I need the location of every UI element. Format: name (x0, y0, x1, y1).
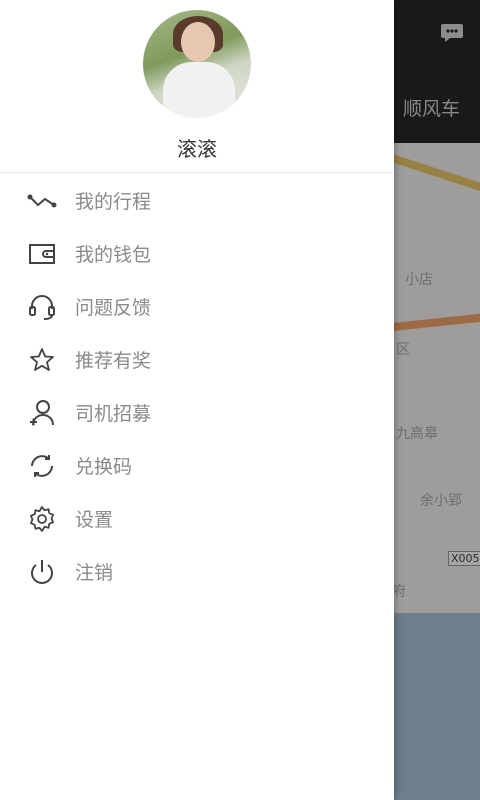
menu-item-label: 问题反馈 (75, 297, 152, 319)
menu-item-wallet[interactable]: 我的钱包 (0, 227, 394, 280)
settings-gear-icon (27, 504, 57, 534)
trip-icon (27, 186, 57, 216)
star-icon (27, 345, 57, 375)
menu-item-label: 我的行程 (75, 191, 152, 213)
menu-item-referral[interactable]: 推荐有奖 (0, 333, 394, 386)
menu-item-label: 兑换码 (75, 456, 133, 478)
divider (0, 172, 394, 173)
exchange-icon (27, 451, 57, 481)
headset-icon (27, 292, 57, 322)
menu-item-label: 推荐有奖 (75, 350, 152, 372)
menu-item-feedback[interactable]: 问题反馈 (0, 280, 394, 333)
menu-item-label: 我的钱包 (75, 244, 152, 266)
wallet-icon (27, 239, 57, 269)
power-icon (27, 557, 57, 587)
username: 滚滚 (177, 137, 217, 161)
avatar[interactable] (143, 10, 251, 118)
menu-item-settings[interactable]: 设置 (0, 492, 394, 545)
menu-item-label: 设置 (75, 509, 114, 531)
drawer-menu: 我的行程 我的钱包 问题反馈 推荐有奖 司机招募 兑换码 设置 注销 (0, 174, 394, 598)
menu-item-label: 司机招募 (75, 403, 152, 425)
add-user-icon (27, 398, 57, 428)
navigation-drawer: 滚滚 我的行程 我的钱包 问题反馈 推荐有奖 司机招募 兑换码 设置 注销 (0, 0, 394, 800)
menu-item-my-trips[interactable]: 我的行程 (0, 174, 394, 227)
menu-item-label: 注销 (75, 562, 114, 584)
menu-item-logout[interactable]: 注销 (0, 545, 394, 598)
menu-item-driver-recruit[interactable]: 司机招募 (0, 386, 394, 439)
menu-item-redeem-code[interactable]: 兑换码 (0, 439, 394, 492)
